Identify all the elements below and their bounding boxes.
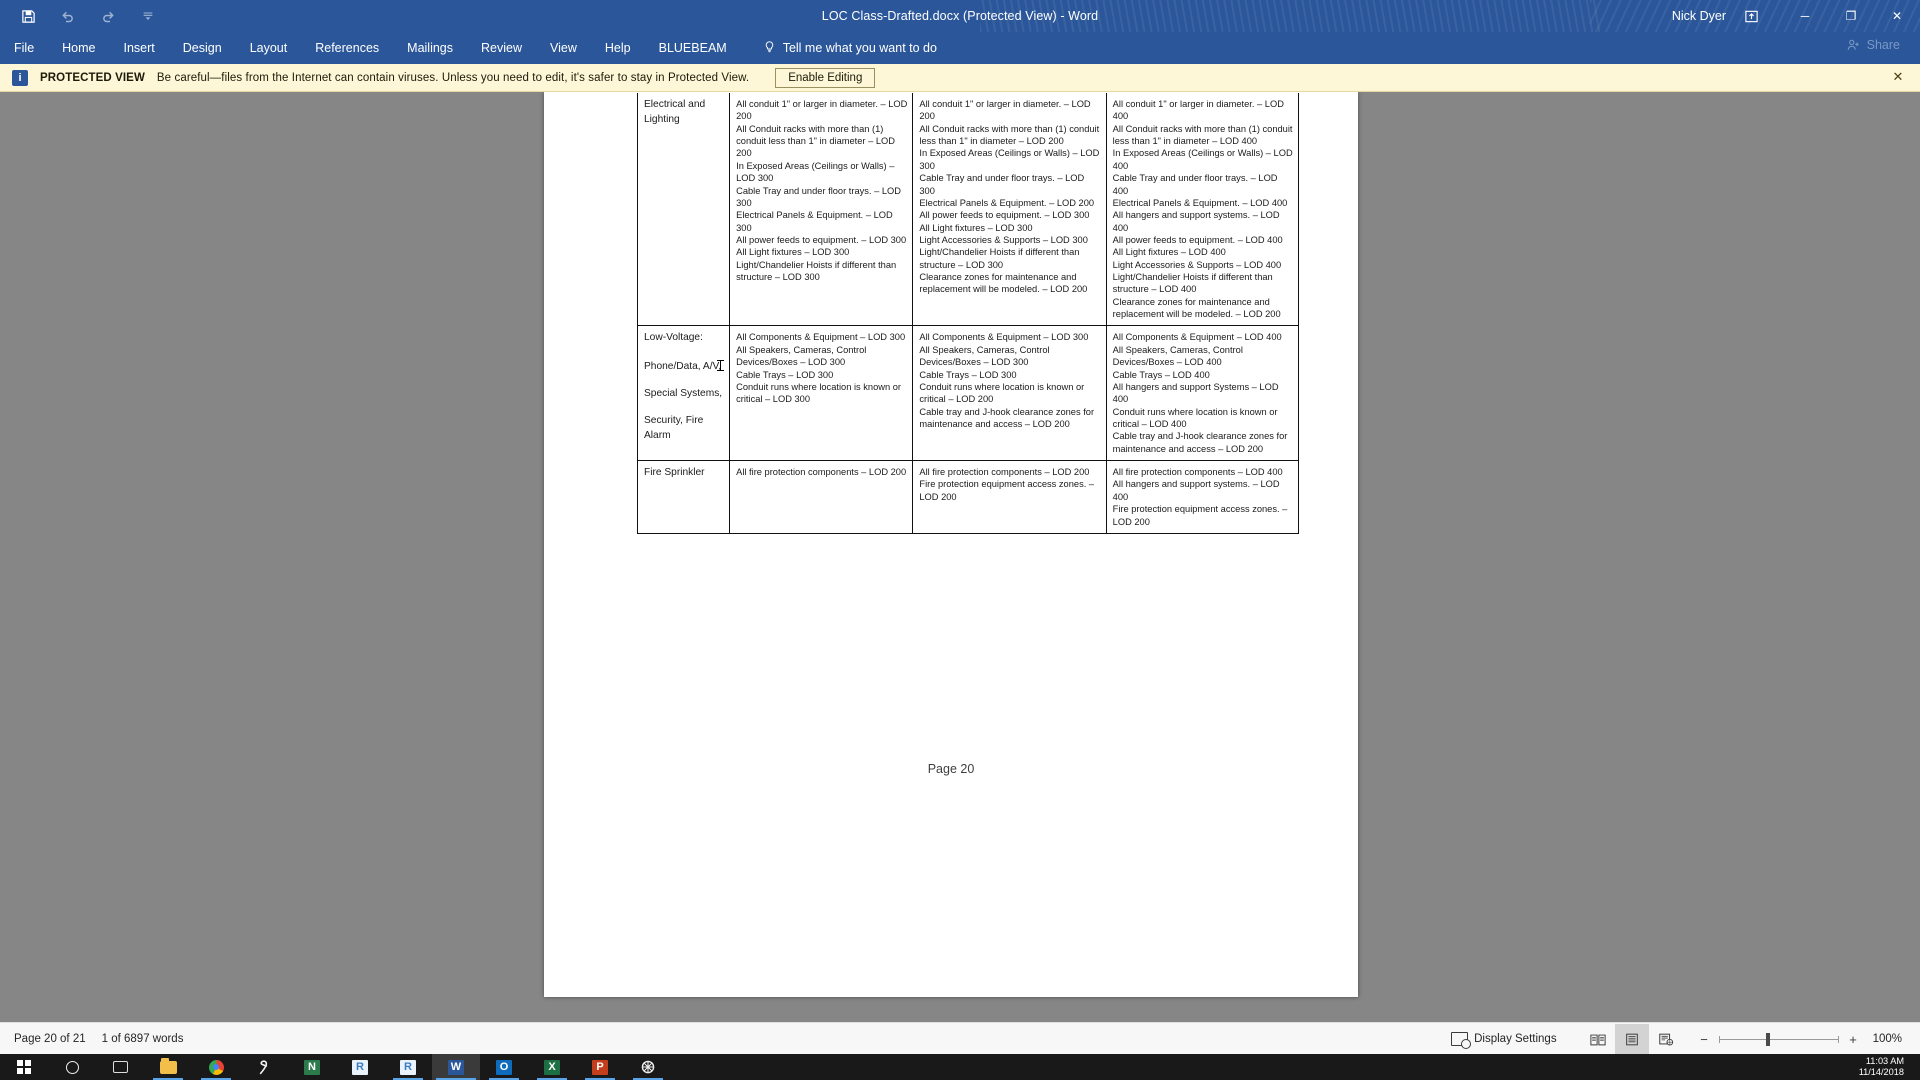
row-cell-col3: All conduit 1" or larger in diameter. – … xyxy=(1105,93,1300,327)
revit-second-icon[interactable]: R xyxy=(384,1054,432,1080)
row-cell-col2: All Components & Equipment – LOD 300 All… xyxy=(912,325,1107,462)
cortana-search-icon[interactable] xyxy=(48,1054,96,1080)
ribbon-display-options-icon[interactable] xyxy=(1740,5,1762,27)
text-cursor-caret xyxy=(717,360,725,372)
revit-icon[interactable]: R xyxy=(336,1054,384,1080)
web-layout-icon[interactable] xyxy=(1649,1024,1683,1054)
tab-insert[interactable]: Insert xyxy=(110,32,169,64)
close-icon[interactable]: ✕ xyxy=(1890,70,1906,86)
zoom-slider[interactable]: − + xyxy=(1699,1032,1859,1047)
row-label-low-voltage: Low-Voltage: Phone/Data, A/V, Special Sy… xyxy=(636,325,731,462)
share-person-icon xyxy=(1847,39,1859,50)
tab-view[interactable]: View xyxy=(536,32,591,64)
display-settings-icon xyxy=(1451,1032,1472,1049)
page-status[interactable]: Page 20 of 21 xyxy=(14,1033,86,1045)
outlook-icon[interactable]: O xyxy=(480,1054,528,1080)
print-layout-icon[interactable] xyxy=(1614,1024,1649,1054)
row-label-text-4: Security, Fire Alarm xyxy=(644,414,704,441)
page-footer-number: Page 20 xyxy=(927,762,975,776)
read-mode-icon[interactable] xyxy=(1581,1024,1615,1054)
file-explorer-icon[interactable] xyxy=(144,1054,192,1080)
row-cell-col2: All conduit 1" or larger in diameter. – … xyxy=(912,93,1107,327)
lod-requirements-table: Electrical and Lighting All conduit 1" o… xyxy=(636,93,1300,534)
page-title: LOC Class-Drafted.docx (Protected View) … xyxy=(821,9,1099,23)
ribbon-tab-bar: File Home Insert Design Layout Reference… xyxy=(0,32,1920,64)
row-label-text: Electrical and Lighting xyxy=(644,99,706,125)
title-bar-right-controls: Nick Dyer ─ ❐ ✕ xyxy=(1672,0,1920,32)
tab-help[interactable]: Help xyxy=(591,32,645,64)
powerpoint-icon[interactable]: P xyxy=(576,1054,624,1080)
row-label-fire-sprinkler: Fire Sprinkler xyxy=(636,460,731,534)
row-cell-col1: All Components & Equipment – LOD 300 All… xyxy=(729,325,914,462)
row-label-text: Fire Sprinkler xyxy=(644,467,705,479)
tab-mailings[interactable]: Mailings xyxy=(393,32,467,64)
row-cell-col3: All fire protection components – LOD 400… xyxy=(1105,460,1300,534)
row-cell-col1: All conduit 1" or larger in diameter. – … xyxy=(729,93,914,327)
zoom-track[interactable] xyxy=(1718,1032,1839,1046)
row-label-electrical-and-lighting: Electrical and Lighting xyxy=(636,93,731,327)
task-view-icon[interactable] xyxy=(96,1054,144,1080)
excel-icon[interactable]: X xyxy=(528,1054,576,1080)
zoom-in-button[interactable]: + xyxy=(1848,1032,1859,1047)
info-icon: i xyxy=(12,69,28,86)
window-title-bar: LOC Class-Drafted.docx (Protected View) … xyxy=(0,0,1920,32)
table-row: Electrical and Lighting All conduit 1" o… xyxy=(636,93,1300,327)
protected-view-message: Be careful—files from the Internet can c… xyxy=(156,71,750,84)
zoom-level-label[interactable]: 100% xyxy=(1873,1033,1902,1045)
status-bar-right: Display Settings − + 100% xyxy=(1451,1023,1920,1055)
table-row: Fire Sprinkler All fire protection compo… xyxy=(636,460,1300,534)
enable-editing-button[interactable]: Enable Editing xyxy=(775,67,876,88)
share-button[interactable]: Share xyxy=(1846,38,1900,52)
protected-view-label: PROTECTED VIEW xyxy=(40,71,145,84)
tab-design[interactable]: Design xyxy=(169,32,236,64)
row-cell-col2: All fire protection components – LOD 200… xyxy=(912,460,1107,534)
close-button[interactable]: ✕ xyxy=(1874,0,1920,32)
share-label: Share xyxy=(1866,38,1900,52)
windows-taskbar: N R R W O X P 11:03 AM 11/14/2018 xyxy=(0,1054,1920,1080)
row-cell-col1: All fire protection components – LOD 200 xyxy=(729,460,914,534)
tab-layout[interactable]: Layout xyxy=(236,32,302,64)
row-label-text: Low-Voltage: xyxy=(644,332,703,344)
minimize-button[interactable]: ─ xyxy=(1782,0,1828,32)
tab-review[interactable]: Review xyxy=(467,32,536,64)
row-label-text-2: Phone/Data, A/V, xyxy=(644,360,725,373)
zoom-thumb[interactable] xyxy=(1765,1032,1770,1046)
google-chrome-icon[interactable] xyxy=(192,1054,240,1080)
tab-bluebeam[interactable]: BLUEBEAM xyxy=(645,32,741,64)
account-name[interactable]: Nick Dyer xyxy=(1672,9,1726,23)
document-canvas[interactable]: Electrical and Lighting All conduit 1" o… xyxy=(0,92,1920,1022)
row-cell-col3: All Components & Equipment – LOD 400 All… xyxy=(1105,325,1300,462)
zoom-out-button[interactable]: − xyxy=(1699,1032,1710,1047)
clock-time: 11:03 AM xyxy=(1865,1055,1904,1066)
tab-home[interactable]: Home xyxy=(48,32,109,64)
restore-button[interactable]: ❐ xyxy=(1828,0,1874,32)
onenote-icon[interactable]: N xyxy=(288,1054,336,1080)
row-label-text-3: Special Systems, xyxy=(644,388,723,400)
tell-me-label: Tell me what you want to do xyxy=(782,41,937,55)
revu-bluebeam-icon[interactable] xyxy=(240,1054,288,1080)
start-button-icon[interactable] xyxy=(0,1054,48,1080)
clock-date: 11/14/2018 xyxy=(1858,1067,1904,1077)
navisworks-icon[interactable] xyxy=(624,1054,672,1080)
status-bar: Page 20 of 21 1 of 6897 words Display Se… xyxy=(0,1022,1920,1054)
table-row: Low-Voltage: Phone/Data, A/V, Special Sy… xyxy=(636,325,1300,462)
tell-me-search[interactable]: Tell me what you want to do xyxy=(763,40,937,57)
tab-file[interactable]: File xyxy=(0,32,48,64)
display-settings-label: Display Settings xyxy=(1474,1033,1557,1045)
document-page[interactable]: Electrical and Lighting All conduit 1" o… xyxy=(544,92,1358,997)
word-count-status[interactable]: 1 of 6897 words xyxy=(102,1033,184,1045)
protected-view-message-bar: i PROTECTED VIEW Be careful—files from t… xyxy=(0,64,1920,92)
display-settings-button[interactable]: Display Settings xyxy=(1451,1032,1557,1049)
tab-references[interactable]: References xyxy=(301,32,393,64)
system-clock[interactable]: 11:03 AM 11/14/2018 xyxy=(1859,1054,1904,1080)
word-icon[interactable]: W xyxy=(432,1054,480,1080)
lightbulb-icon xyxy=(763,40,776,57)
